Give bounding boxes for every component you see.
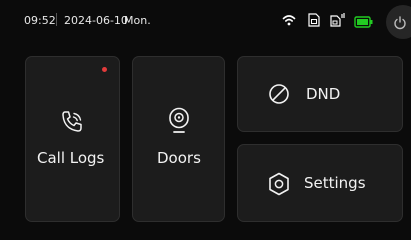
doors-label: Doors — [157, 149, 201, 167]
dnd-label: DND — [306, 85, 341, 103]
sd-card-icon — [308, 12, 320, 31]
call-logs-label: Call Logs — [37, 149, 105, 167]
dnd-tile[interactable]: DND — [237, 56, 403, 132]
settings-label: Settings — [304, 174, 366, 192]
wifi-icon — [282, 12, 296, 31]
dnd-icon — [268, 83, 290, 109]
status-time: 09:52 — [24, 14, 56, 27]
door-camera-icon — [167, 107, 191, 139]
status-date: 2024-06-10 — [64, 14, 128, 27]
battery-icon — [354, 13, 374, 32]
call-logs-tile[interactable]: Call Logs — [25, 56, 120, 222]
settings-icon — [268, 172, 290, 200]
phone-icon — [59, 109, 85, 139]
doors-tile[interactable]: Doors — [132, 56, 225, 222]
settings-tile[interactable]: Settings — [237, 144, 403, 222]
notification-dot — [102, 67, 107, 72]
status-weekday: Mon. — [124, 14, 151, 27]
sim-card-icon — [330, 12, 346, 31]
status-bar: 09:52 2024-06-10 Mon. — [0, 0, 411, 44]
status-divider — [56, 13, 57, 26]
power-icon — [393, 15, 407, 34]
